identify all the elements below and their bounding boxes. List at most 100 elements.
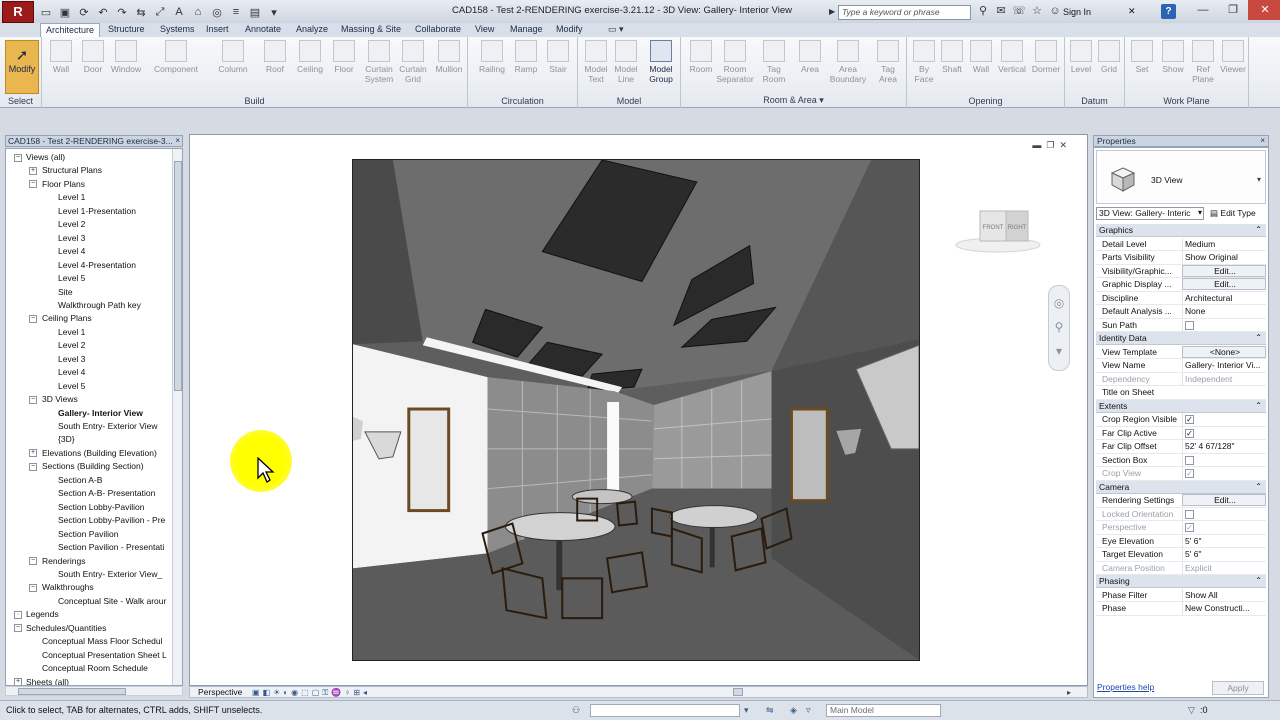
property-value[interactable]: Gallery- Interior Vi... xyxy=(1182,359,1266,372)
tree-item[interactable]: Level 2 xyxy=(58,339,85,352)
tab-annotate[interactable]: Annotate xyxy=(240,23,286,37)
door-button[interactable]: Door xyxy=(80,40,106,75)
tree-expander-icon[interactable]: · xyxy=(14,610,22,619)
tree-item[interactable]: Views (all) xyxy=(26,151,65,164)
tree-item[interactable]: {3D} xyxy=(58,433,75,446)
checkbox[interactable] xyxy=(1185,455,1194,465)
tree-item[interactable]: Elevations (Building Elevation) xyxy=(42,447,157,460)
rendering-icon[interactable]: ◉ xyxy=(291,687,298,698)
tree-item[interactable]: Level 5 xyxy=(58,380,85,393)
minimize-icon[interactable]: ▬ xyxy=(1032,140,1041,151)
tree-item[interactable]: Level 2 xyxy=(58,218,85,231)
binoculars-icon[interactable]: ⚲ xyxy=(976,4,990,19)
restore-icon[interactable]: ❐ xyxy=(1046,140,1054,151)
model-line-button[interactable]: Model Line xyxy=(612,40,640,84)
communication-icon[interactable]: ☏ xyxy=(1012,4,1026,19)
sign-in-link[interactable]: Sign In xyxy=(1063,7,1091,17)
crop-region-icon[interactable]: ▢ xyxy=(312,687,320,698)
edit-type-button[interactable]: ▤ Edit Type xyxy=(1210,207,1256,219)
area-boundary-button[interactable]: Area Boundary xyxy=(827,40,869,84)
tab-structure[interactable]: Structure xyxy=(103,23,150,37)
chevron-down-icon[interactable]: ▾ xyxy=(744,705,749,716)
scroll-thumb[interactable] xyxy=(18,688,126,695)
worksets-icon[interactable]: ⚇ xyxy=(572,705,580,716)
properties-help-link[interactable]: Properties help xyxy=(1097,682,1154,692)
design-options-icon[interactable]: ◈ xyxy=(790,705,797,716)
property-value[interactable]: 52' 4 67/128" xyxy=(1182,440,1266,453)
vertical-scrollbar[interactable] xyxy=(172,149,182,685)
set-button[interactable]: Set xyxy=(1129,40,1155,75)
crop-view-icon[interactable]: ⬚ xyxy=(301,687,309,698)
tree-item[interactable]: Ceiling Plans xyxy=(42,312,92,325)
tree-expander-icon[interactable]: − xyxy=(29,314,37,323)
zoom-icon[interactable]: ⚲ xyxy=(1049,320,1069,334)
collapse-icon[interactable]: ⌃ xyxy=(1255,481,1262,493)
tree-item[interactable]: Walkthrough Path key xyxy=(58,299,141,312)
close-icon[interactable]: ✕ xyxy=(1059,140,1067,151)
model-group-button[interactable]: Model Group xyxy=(644,40,678,84)
property-edit-button[interactable]: Edit... xyxy=(1182,494,1266,506)
tree-item[interactable]: South Entry- Exterior View_ xyxy=(58,568,162,581)
type-selector[interactable]: 3D View ▾ xyxy=(1096,150,1266,204)
tree-expander-icon[interactable]: + xyxy=(29,166,37,175)
filter-funnel-icon[interactable]: ▽ xyxy=(1188,705,1195,716)
help-button[interactable]: ? xyxy=(1161,4,1176,19)
property-value[interactable]: Medium xyxy=(1182,237,1266,251)
property-value[interactable] xyxy=(1182,318,1266,332)
workset-field[interactable] xyxy=(590,704,740,717)
tree-item[interactable]: Schedules/Quantities xyxy=(26,622,106,635)
search-input[interactable]: Type a keyword or phrase xyxy=(838,5,971,20)
property-value[interactable]: 5' 6" xyxy=(1182,534,1266,548)
close-hidden-windows-icon[interactable]: ▤ xyxy=(247,4,263,20)
scroll-left-icon[interactable]: ◂ xyxy=(363,687,367,698)
curtain-grid-button[interactable]: Curtain Grid xyxy=(396,40,430,84)
collapse-icon[interactable]: ⌃ xyxy=(1255,400,1262,412)
room-separator-button[interactable]: Room Separator xyxy=(715,40,755,84)
property-value[interactable] xyxy=(1182,453,1266,467)
redo-icon[interactable]: ↷ xyxy=(114,4,130,20)
detail-level-icon[interactable]: ▣ xyxy=(252,687,260,698)
wall-button[interactable]: Wall xyxy=(48,40,74,75)
tab-architecture[interactable]: Architecture xyxy=(40,23,101,37)
tree-item[interactable]: Level 3 xyxy=(58,353,85,366)
checkbox[interactable]: ✓ xyxy=(1185,428,1194,438)
tree-item[interactable]: Section Pavilion - Presentati xyxy=(58,541,164,554)
tree-item[interactable]: Level 4-Presentation xyxy=(58,259,136,272)
property-value[interactable]: Show All xyxy=(1182,588,1266,602)
viewer-button[interactable]: Viewer xyxy=(1217,40,1249,75)
scroll-thumb[interactable] xyxy=(733,688,743,696)
component-button[interactable]: Component xyxy=(150,40,202,75)
property-edit-button[interactable]: Edit... xyxy=(1182,264,1266,277)
tab-modify[interactable]: Modify xyxy=(551,23,588,37)
tree-item[interactable]: Legends xyxy=(26,608,59,621)
scroll-thumb[interactable] xyxy=(174,161,182,391)
tree-item[interactable]: South Entry- Exterior View xyxy=(58,420,158,433)
editing-requests-icon[interactable]: ⇋ xyxy=(766,705,774,716)
railing-button[interactable]: Railing xyxy=(476,40,508,75)
tree-item[interactable]: Section Lobby-Pavilion - Pre xyxy=(58,514,165,527)
tree-item[interactable]: Section A-B xyxy=(58,474,102,487)
property-group-header[interactable]: Camera ⌃ xyxy=(1096,480,1266,494)
close-icon[interactable]: ✕ xyxy=(1128,6,1136,17)
chevron-down-icon[interactable]: ▾ xyxy=(1198,208,1202,217)
ramp-button[interactable]: Ramp xyxy=(512,40,540,75)
tree-item[interactable]: Level 5 xyxy=(58,272,85,285)
tree-item[interactable]: Conceptual Site - Walk arour xyxy=(58,595,166,608)
viewcube[interactable]: FRONT RIGHT xyxy=(954,205,1044,253)
stair-button[interactable]: Stair xyxy=(544,40,572,75)
tree-expander-icon[interactable]: − xyxy=(29,583,37,592)
roof-button[interactable]: Roof xyxy=(262,40,288,75)
section-icon[interactable]: ◎ xyxy=(209,4,225,20)
property-value[interactable]: Architectural xyxy=(1182,291,1266,305)
minimize-icon[interactable]: — xyxy=(1188,0,1218,20)
curtain-system-button[interactable]: Curtain System xyxy=(362,40,396,84)
collapse-icon[interactable]: ⌃ xyxy=(1255,224,1262,236)
tab-collaborate[interactable]: Collaborate xyxy=(410,23,466,37)
panel-title-room-area[interactable]: Room & Area ▾ xyxy=(681,95,906,106)
reveal-hidden-icon[interactable]: ♀ xyxy=(344,687,350,698)
property-group-header[interactable]: Extents ⌃ xyxy=(1096,399,1266,413)
close-icon[interactable]: × xyxy=(175,136,180,146)
tree-item[interactable]: Level 4 xyxy=(58,245,85,258)
tree-expander-icon[interactable]: − xyxy=(29,557,37,565)
app-menu-button[interactable]: R xyxy=(2,1,34,23)
